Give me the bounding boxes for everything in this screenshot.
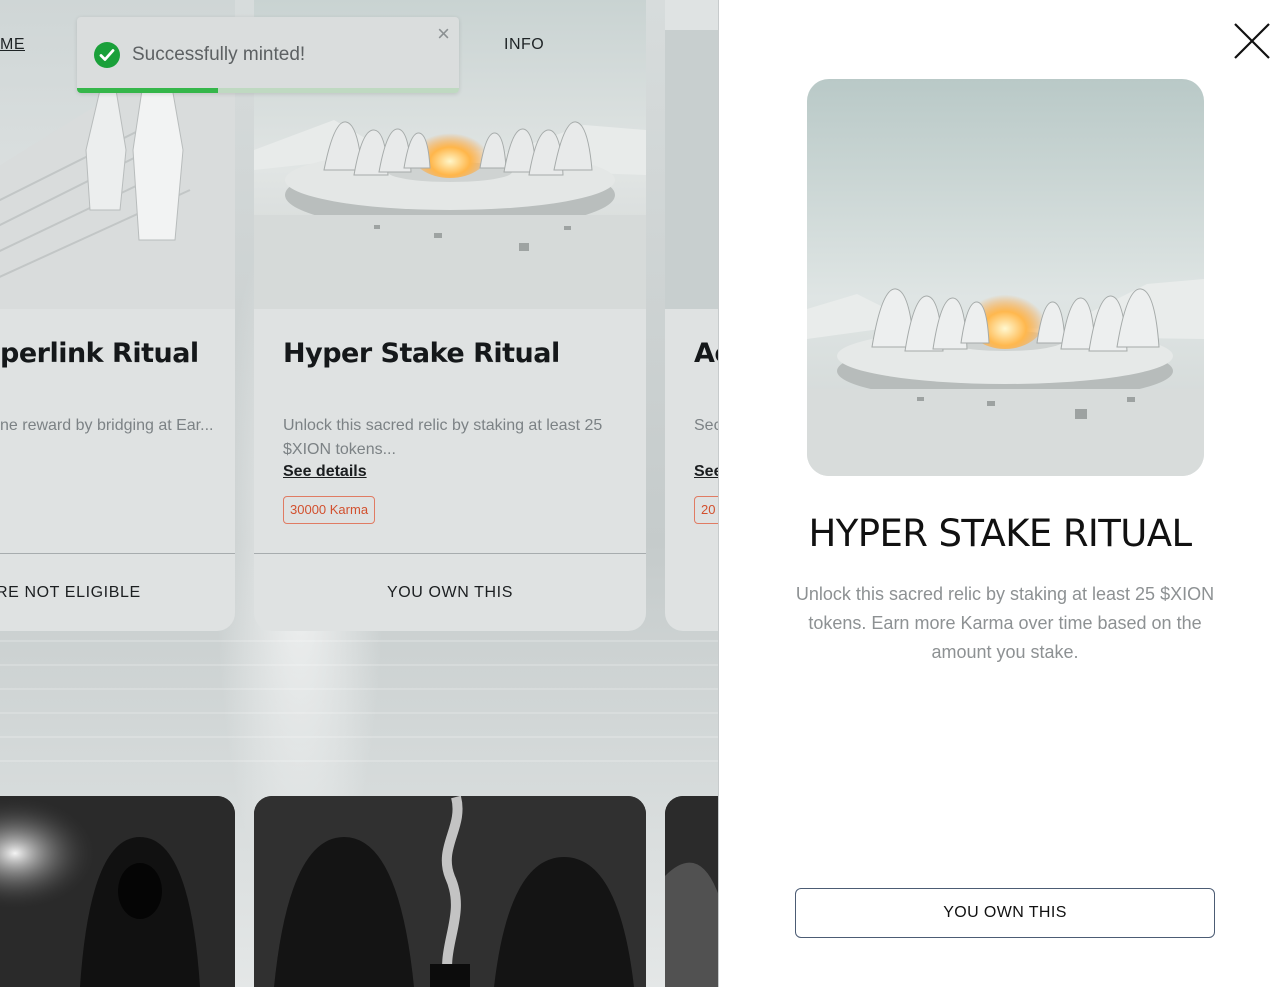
toast-progress-track	[77, 88, 459, 93]
ritual-card-hyper-stake[interactable]: Hyper Stake Ritual Unlock this sacred re…	[254, 0, 646, 631]
toast-message: Successfully minted!	[132, 44, 306, 65]
background-steps	[0, 640, 718, 780]
not-eligible-button[interactable]: RE NOT ELIGIBLE	[0, 554, 235, 631]
close-x-icon[interactable]	[1233, 22, 1271, 60]
see-details-link[interactable]: See	[694, 463, 718, 481]
nav-info-link[interactable]: INFO	[504, 36, 544, 54]
detail-title: HYPER STAKE RITUAL	[808, 512, 1193, 555]
check-circle-icon	[94, 42, 120, 68]
card-grid-background: perlink Ritual ne reward by bridging at …	[0, 0, 718, 987]
ritual-card-description: Sec an	[694, 417, 718, 434]
ritual-card-dark[interactable]	[665, 796, 718, 987]
detail-description: Unlock this sacred relic by staking at l…	[795, 584, 1215, 662]
nav-home-link[interactable]: ME	[0, 36, 25, 54]
ritual-card-title: Ac	[694, 338, 718, 369]
ritual-card-hyperlink[interactable]: perlink Ritual ne reward by bridging at …	[0, 0, 235, 631]
toast-close-icon[interactable]: ×	[437, 23, 450, 45]
ritual-card-dark[interactable]	[0, 796, 235, 987]
ritual-card-title: Hyper Stake Ritual	[283, 338, 560, 369]
ritual-card-description: ne reward by bridging at Ear...	[0, 417, 214, 434]
see-details-link[interactable]: See details	[283, 463, 367, 481]
ritual-card-description: Unlock this sacred relic by staking at l…	[283, 417, 603, 458]
karma-badge: 20	[694, 496, 718, 524]
ritual-detail-image	[807, 79, 1204, 476]
you-own-this-button[interactable]: YOU OWN THIS	[254, 554, 646, 631]
ritual-card-title: perlink Ritual	[0, 338, 199, 369]
ritual-card-dark[interactable]	[254, 796, 646, 987]
ritual-card-image	[665, 0, 718, 309]
karma-badge: 30000 Karma	[283, 496, 376, 524]
detail-panel: HYPER STAKE RITUAL Unlock this sacred re…	[718, 0, 1280, 987]
toast-progress-bar	[77, 88, 219, 93]
ritual-card-partial[interactable]: Ac Sec an See 20	[665, 0, 718, 631]
you-own-this-button[interactable]: YOU OWN THIS	[795, 888, 1215, 938]
success-toast: Successfully minted! ×	[77, 17, 459, 93]
